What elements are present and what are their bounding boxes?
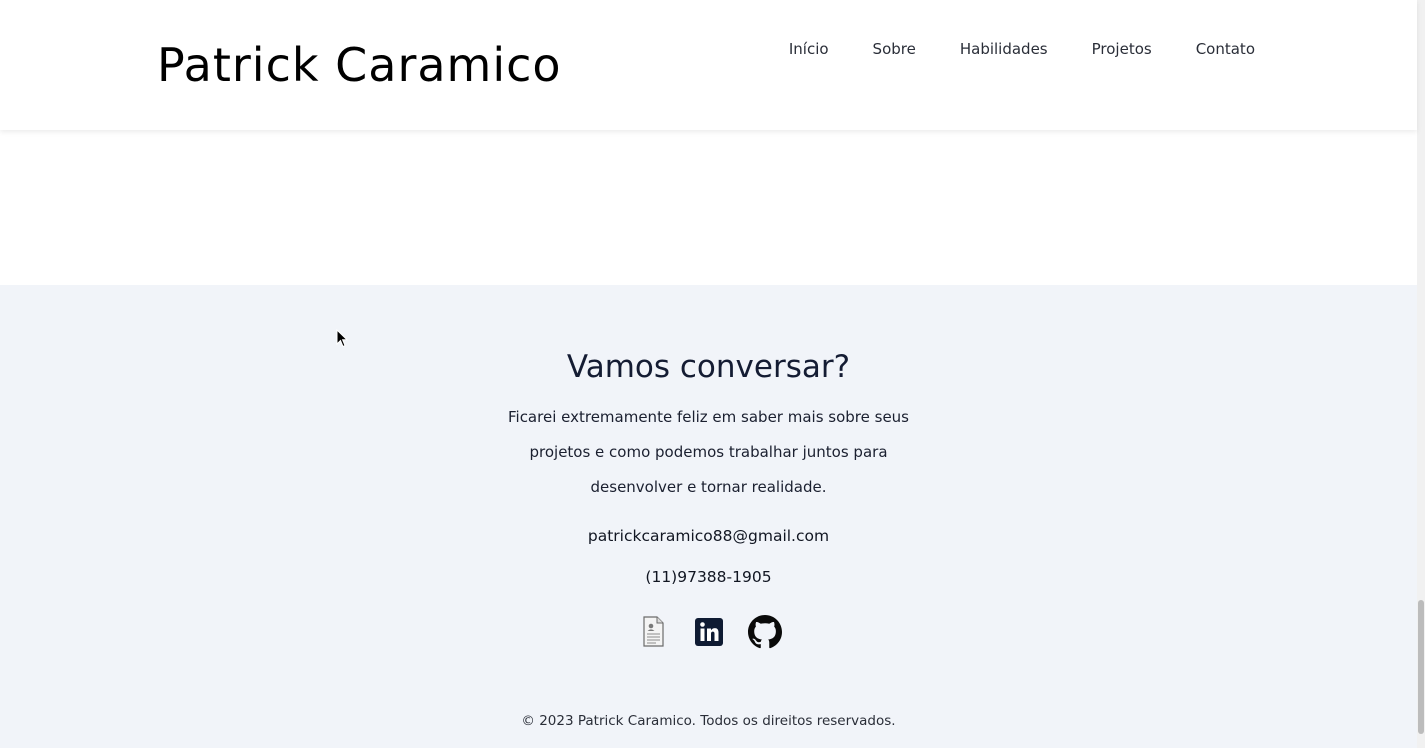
nav-item-sobre[interactable]: Sobre: [873, 38, 916, 60]
nav-item-habilidades[interactable]: Habilidades: [960, 38, 1048, 60]
footer-copyright: © 2023 Patrick Caramico. Todos os direit…: [521, 713, 896, 729]
nav-item-inicio[interactable]: Início: [789, 38, 829, 60]
site-logo[interactable]: Patrick Caramico: [157, 38, 562, 93]
contact-description: Ficarei extremamente feliz em saber mais…: [507, 408, 909, 496]
blank-section: [0, 130, 1417, 285]
social-links: [0, 615, 1417, 649]
vertical-scrollbar[interactable]: [1417, 0, 1425, 748]
main-nav: Início Sobre Habilidades Projetos Contat…: [789, 38, 1255, 60]
linkedin-icon[interactable]: [692, 615, 726, 649]
contact-phone[interactable]: (11)97388-1905: [0, 566, 1417, 588]
github-icon[interactable]: [747, 615, 782, 649]
scrollbar-thumb[interactable]: [1418, 600, 1424, 734]
nav-item-projetos[interactable]: Projetos: [1092, 38, 1152, 60]
nav-item-contato[interactable]: Contato: [1196, 38, 1255, 60]
contact-section: Vamos conversar? Ficarei extremamente fe…: [0, 285, 1417, 748]
contact-email[interactable]: patrickcaramico88@gmail.com: [0, 525, 1417, 547]
resume-document-icon[interactable]: [636, 615, 670, 649]
mouse-cursor-icon: [336, 328, 349, 352]
contact-title: Vamos conversar?: [566, 349, 851, 385]
site-header: Patrick Caramico Início Sobre Habilidade…: [0, 0, 1417, 130]
